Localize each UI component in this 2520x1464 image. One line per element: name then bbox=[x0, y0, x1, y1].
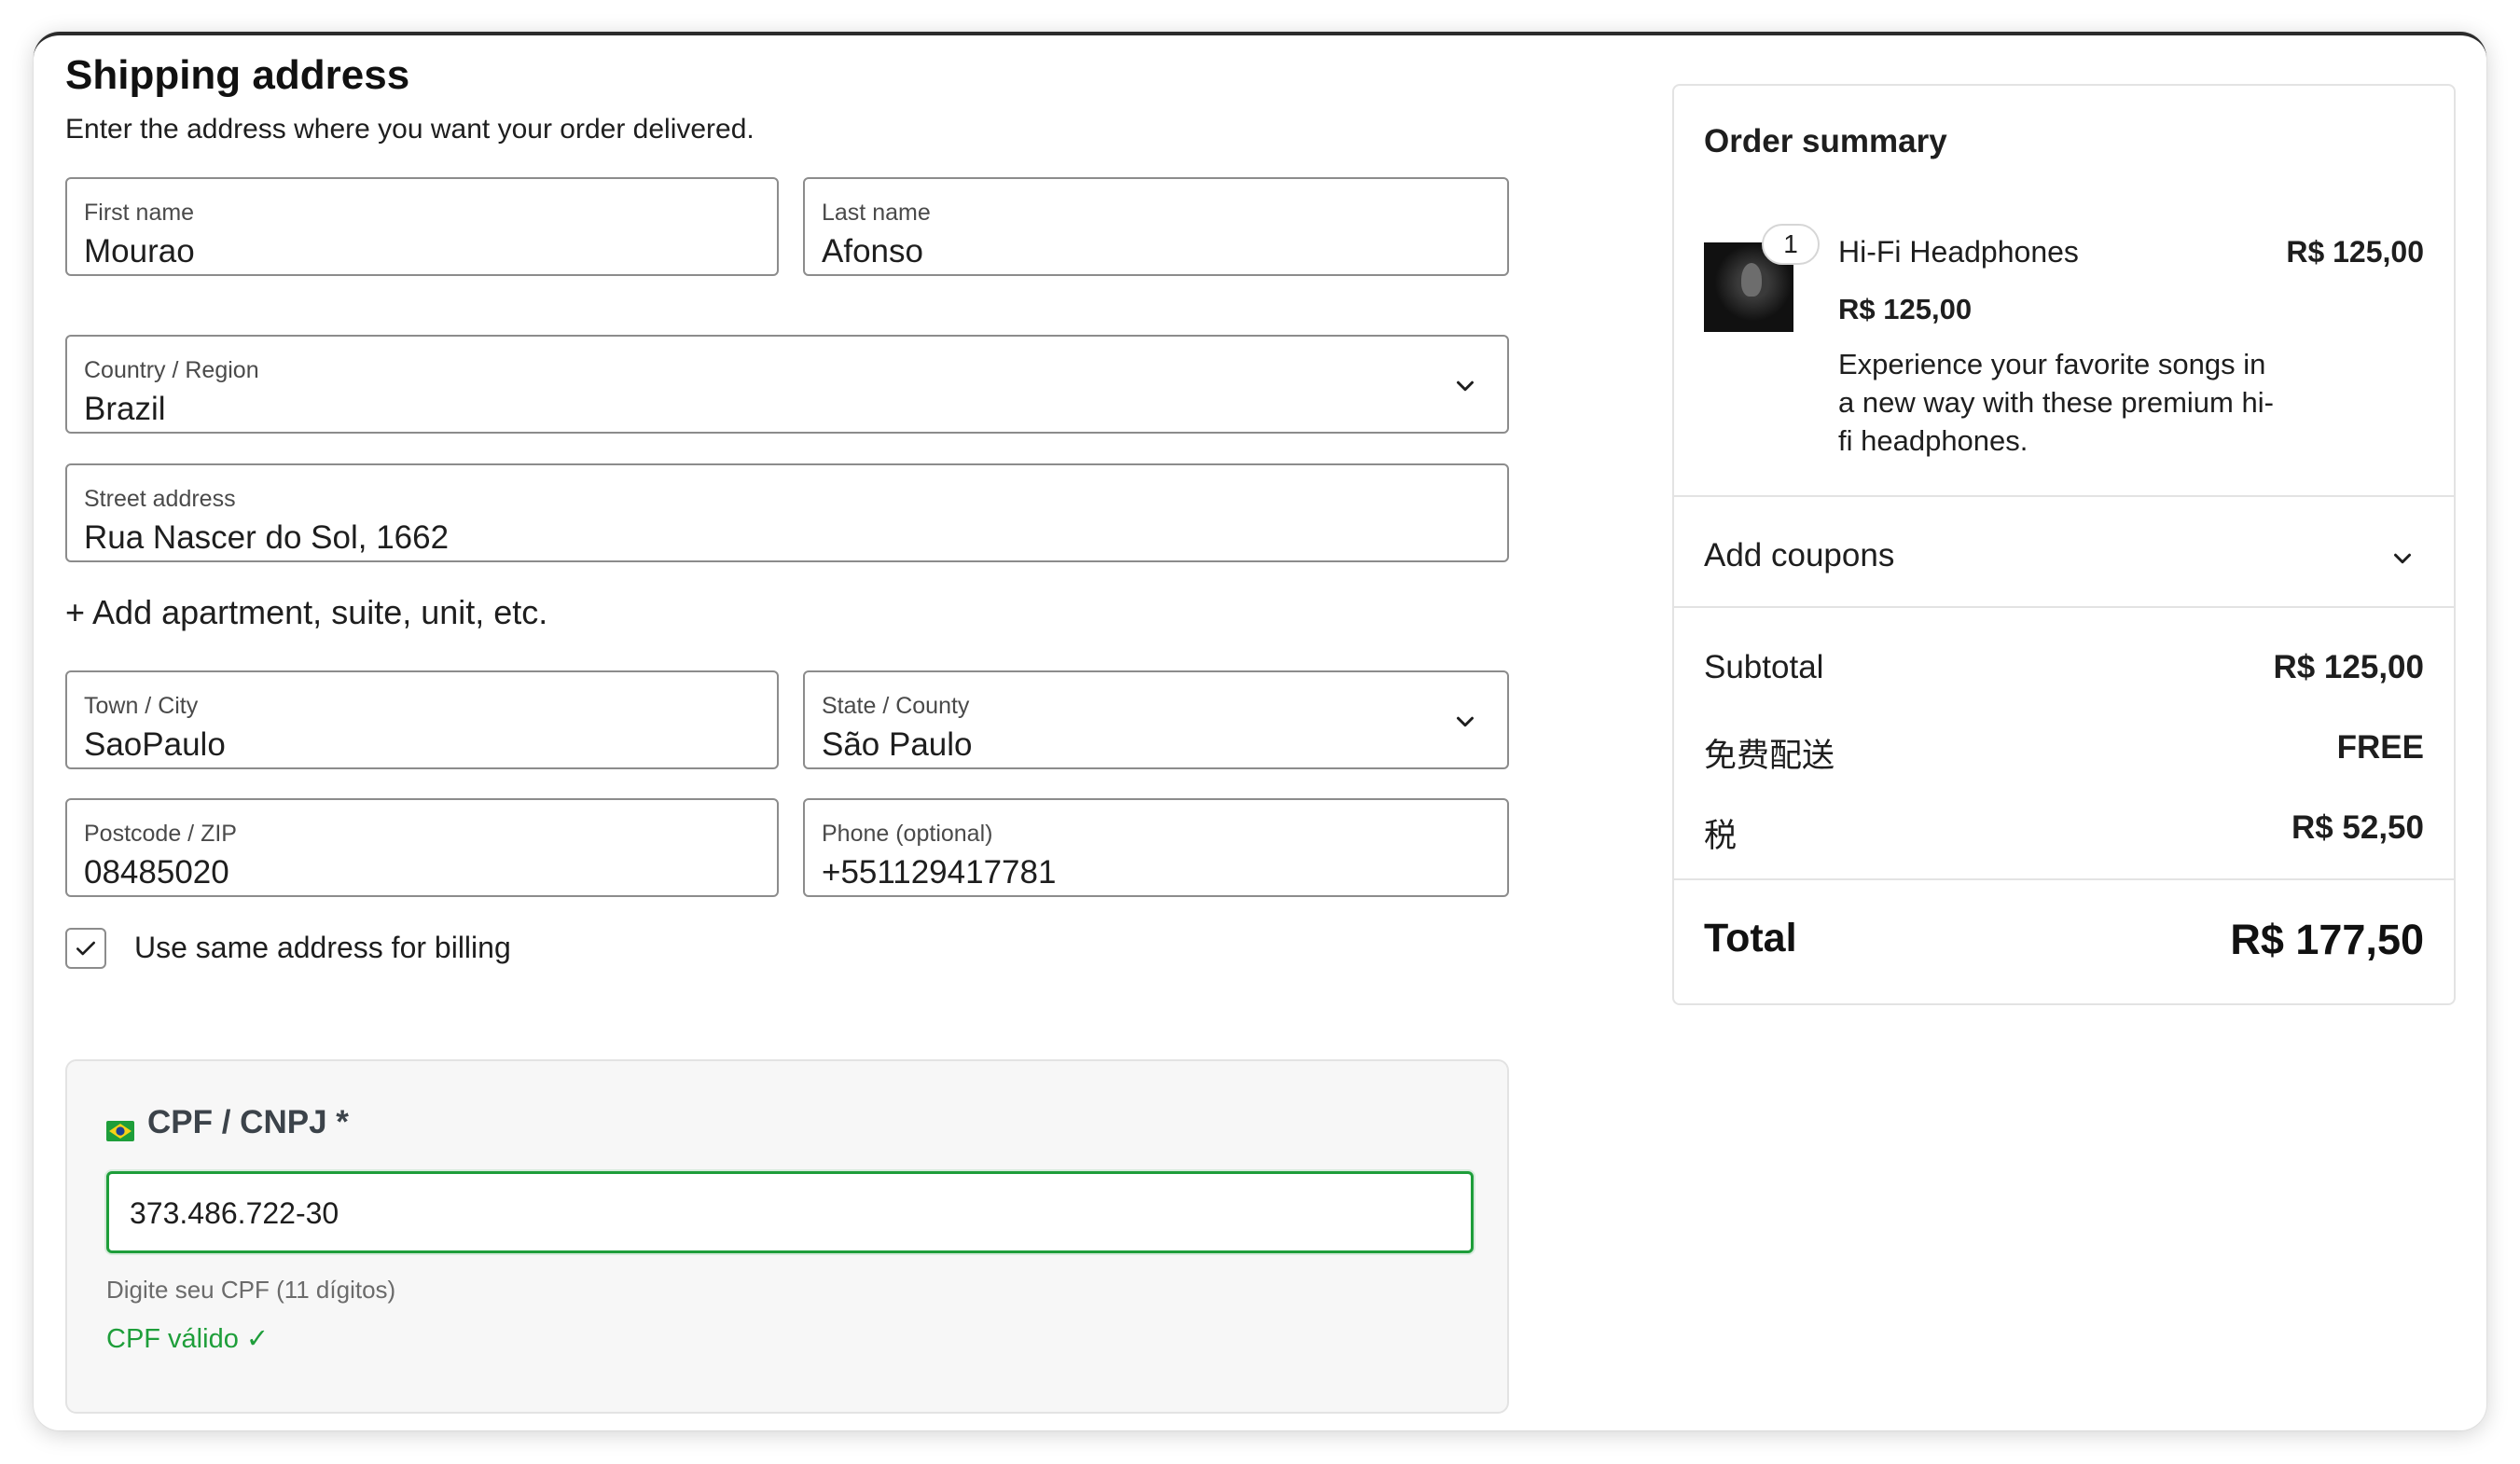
total-value: R$ 177,50 bbox=[2230, 916, 2424, 963]
first-name-value: Mourao bbox=[84, 233, 195, 269]
cpf-input-value: 373.486.722-30 bbox=[130, 1196, 339, 1230]
city-label: Town / City bbox=[84, 693, 199, 719]
last-name-label: Last name bbox=[822, 200, 931, 226]
city-value: SaoPaulo bbox=[84, 726, 226, 763]
tax-value: R$ 52,50 bbox=[2291, 809, 2424, 846]
country-value: Brazil bbox=[84, 391, 166, 427]
page-subtitle: Enter the address where you want your or… bbox=[65, 114, 755, 145]
street-address-value: Rua Nascer do Sol, 1662 bbox=[84, 519, 450, 556]
phone-field[interactable]: Phone (optional) +551129417781 bbox=[803, 798, 1509, 897]
street-address-field[interactable]: Street address Rua Nascer do Sol, 1662 bbox=[65, 463, 1509, 562]
total-label: Total bbox=[1704, 916, 1797, 960]
cpf-title: CPF / CNPJ * bbox=[106, 1104, 349, 1141]
quantity-badge: 1 bbox=[1762, 224, 1820, 265]
first-name-label: First name bbox=[84, 200, 195, 226]
product-description: Experience your favorite songs in a new … bbox=[1838, 348, 2274, 457]
state-value: São Paulo bbox=[822, 726, 973, 763]
last-name-field[interactable]: Last name Afonso bbox=[803, 177, 1509, 276]
subtotal-value: R$ 125,00 bbox=[2273, 649, 2424, 685]
cpf-valid-message: CPF válido ✓ bbox=[106, 1324, 270, 1354]
tax-label: 税 bbox=[1704, 818, 1738, 855]
same-billing-checkbox[interactable] bbox=[65, 928, 106, 969]
shipping-label: 免费配送 bbox=[1704, 738, 1835, 775]
cpf-panel: CPF / CNPJ * 373.486.722-30 Digite seu C… bbox=[65, 1059, 1509, 1414]
chevron-down-icon[interactable] bbox=[2388, 545, 2416, 573]
checkout-window: Shipping address Enter the address where… bbox=[34, 32, 2486, 1430]
postcode-label: Postcode / ZIP bbox=[84, 821, 237, 847]
subtotal-label: Subtotal bbox=[1704, 649, 1824, 685]
cpf-input[interactable]: 373.486.722-30 bbox=[106, 1171, 1474, 1253]
divider bbox=[1674, 495, 2454, 497]
divider bbox=[1674, 606, 2454, 608]
order-summary-title: Order summary bbox=[1704, 123, 1947, 159]
last-name-value: Afonso bbox=[822, 233, 923, 269]
state-label: State / County bbox=[822, 693, 970, 719]
street-address-label: Street address bbox=[84, 486, 236, 512]
same-billing-label[interactable]: Use same address for billing bbox=[134, 931, 511, 965]
chevron-down-icon bbox=[1457, 380, 1474, 392]
phone-label: Phone (optional) bbox=[822, 821, 993, 847]
chevron-down-icon bbox=[1457, 716, 1474, 727]
page-title: Shipping address bbox=[65, 52, 410, 98]
cpf-title-text: CPF / CNPJ * bbox=[147, 1104, 349, 1140]
divider bbox=[1674, 878, 2454, 880]
checkmark-icon bbox=[76, 941, 95, 956]
country-label: Country / Region bbox=[84, 357, 259, 383]
order-summary: Order summary 1 Hi-Fi Headphones R$ 125,… bbox=[1672, 84, 2456, 1005]
shipping-value: FREE bbox=[2336, 729, 2424, 766]
postcode-value: 08485020 bbox=[84, 854, 229, 891]
city-field[interactable]: Town / City SaoPaulo bbox=[65, 670, 779, 769]
product-name: Hi-Fi Headphones bbox=[1838, 235, 2079, 269]
state-select[interactable]: State / County São Paulo bbox=[803, 670, 1509, 769]
product-unit-price: R$ 125,00 bbox=[1838, 293, 1973, 325]
brazil-flag-icon bbox=[106, 1112, 134, 1141]
product-line-total: R$ 125,00 bbox=[2286, 235, 2424, 269]
cpf-help-text: Digite seu CPF (11 dígitos) bbox=[106, 1276, 396, 1304]
first-name-field[interactable]: First name Mourao bbox=[65, 177, 779, 276]
add-coupons-toggle[interactable]: Add coupons bbox=[1704, 537, 1894, 574]
postcode-field[interactable]: Postcode / ZIP 08485020 bbox=[65, 798, 779, 897]
add-apartment-link[interactable]: + Add apartment, suite, unit, etc. bbox=[65, 593, 547, 632]
country-select[interactable]: Country / Region Brazil bbox=[65, 335, 1509, 434]
phone-value: +551129417781 bbox=[822, 854, 1057, 891]
